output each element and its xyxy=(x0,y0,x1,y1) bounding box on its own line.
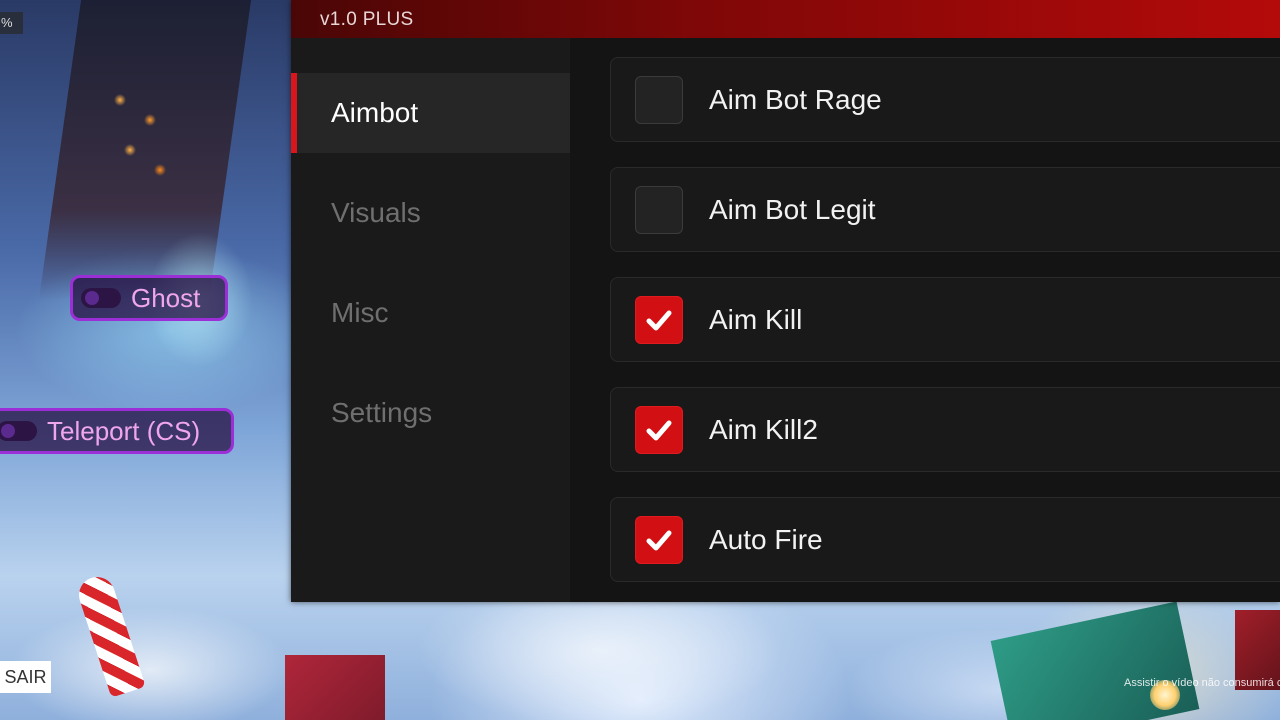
background-tower xyxy=(38,0,252,300)
option-auto-fire[interactable]: Auto Fire xyxy=(610,497,1280,582)
nav-item-label: Misc xyxy=(331,297,389,328)
option-aim-kill[interactable]: Aim Kill xyxy=(610,277,1280,362)
panel-header: v1.0 PLUS xyxy=(291,0,1280,38)
checkmark-icon xyxy=(646,420,672,440)
option-label: Aim Bot Rage xyxy=(709,83,882,115)
nav-item-label: Aimbot xyxy=(331,97,419,128)
nav-item-label: Visuals xyxy=(331,197,421,228)
ghost-toggle[interactable]: Ghost xyxy=(70,275,228,321)
checkmark-icon xyxy=(646,530,672,550)
checkmark-icon xyxy=(646,310,672,330)
nav-item-aimbot[interactable]: Aimbot xyxy=(291,73,570,153)
checkbox[interactable] xyxy=(635,75,683,124)
nav-item-settings[interactable]: Settings xyxy=(291,373,570,453)
option-label: Aim Kill2 xyxy=(709,413,818,445)
game-screen: % Ghost Teleport (CS) SAIR Assistir o ví… xyxy=(0,0,1280,720)
teleport-toggle-label: Teleport (CS) xyxy=(47,415,201,446)
checkbox[interactable] xyxy=(635,515,683,564)
sidebar: Aimbot Visuals Misc Settings xyxy=(291,38,570,602)
candy-cane-decoration xyxy=(74,572,146,698)
toggle-knob xyxy=(0,421,37,441)
option-label: Aim Bot Legit xyxy=(709,193,876,225)
gift-box-decoration xyxy=(990,601,1200,720)
option-aim-bot-legit[interactable]: Aim Bot Legit xyxy=(610,167,1280,252)
nav-item-visuals[interactable]: Visuals xyxy=(291,173,570,253)
option-aim-bot-rage[interactable]: Aim Bot Rage xyxy=(610,57,1280,142)
option-aim-kill2[interactable]: Aim Kill2 xyxy=(610,387,1280,472)
ghost-toggle-label: Ghost xyxy=(131,282,201,313)
options-list: Aim Bot Rage Aim Bot Legit Aim Kill Aim … xyxy=(570,38,1280,602)
sair-button[interactable]: SAIR xyxy=(0,661,51,693)
version-label: v1.0 PLUS xyxy=(320,9,414,30)
nav-item-label: Settings xyxy=(331,397,433,428)
teleport-toggle[interactable]: Teleport (CS) xyxy=(0,408,234,454)
corner-badge: % xyxy=(0,12,23,34)
background-lights xyxy=(100,80,190,200)
checkbox[interactable] xyxy=(635,405,683,454)
nav-item-misc[interactable]: Misc xyxy=(291,273,570,353)
toggle-knob xyxy=(81,288,121,308)
gift-box-decoration xyxy=(285,655,385,720)
checkbox[interactable] xyxy=(635,295,683,344)
mod-menu-panel: v1.0 PLUS Aimbot Visuals Misc Settings A… xyxy=(291,0,1280,602)
notice-text: Assistir o vídeo não consumirá c xyxy=(1124,677,1280,689)
checkbox[interactable] xyxy=(635,185,683,234)
option-label: Aim Kill xyxy=(709,303,803,335)
option-label: Auto Fire xyxy=(709,523,823,555)
